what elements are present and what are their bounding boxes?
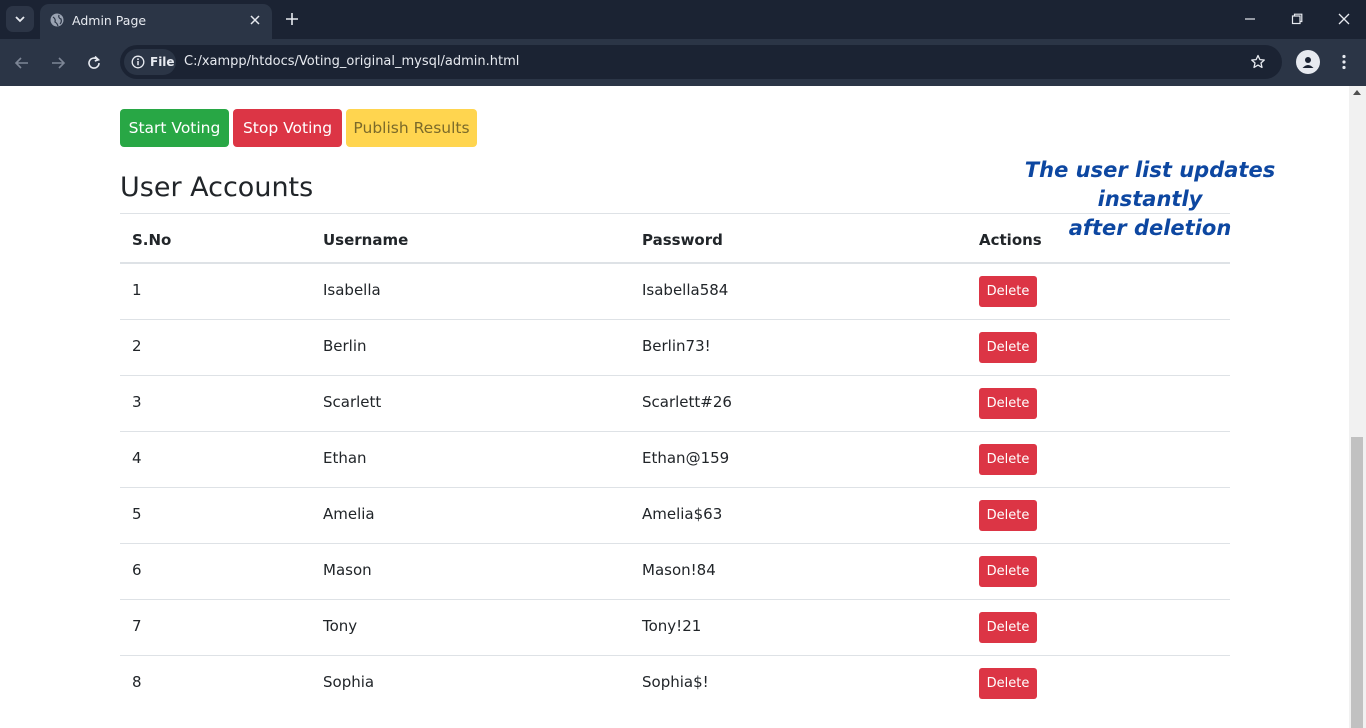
table-row: 4 Ethan Ethan@159 Delete — [120, 432, 1230, 488]
browser-toolbar: File C:/xampp/htdocs/Voting_original_mys… — [0, 39, 1366, 86]
scrollbar-thumb[interactable] — [1351, 437, 1363, 728]
cell-sno: 7 — [132, 617, 142, 635]
reload-icon[interactable] — [82, 51, 106, 75]
page-viewport: Start Voting Stop Voting Publish Results… — [0, 86, 1349, 728]
delete-button[interactable]: Delete — [979, 556, 1037, 587]
table-row: 1 Isabella Isabella584 Delete — [120, 264, 1230, 320]
cell-password: Tony!21 — [642, 617, 702, 635]
cell-username: Tony — [323, 617, 358, 635]
header-actions: Actions — [979, 231, 1042, 249]
cell-sno: 5 — [132, 505, 142, 523]
cell-sno: 2 — [132, 337, 142, 355]
globe-icon — [50, 13, 64, 27]
browser-tab-bar: Admin Page — [0, 0, 1366, 39]
profile-avatar-icon[interactable] — [1296, 50, 1320, 74]
table-row: 5 Amelia Amelia$63 Delete — [120, 488, 1230, 544]
table-row: 7 Tony Tony!21 Delete — [120, 600, 1230, 656]
url-scheme-label: File — [150, 55, 175, 69]
cell-username: Ethan — [323, 449, 367, 467]
kebab-menu-icon[interactable] — [1334, 50, 1354, 74]
bookmark-star-icon[interactable] — [1248, 52, 1268, 72]
table-row: 2 Berlin Berlin73! Delete — [120, 320, 1230, 376]
header-username: Username — [323, 231, 409, 249]
url-text[interactable]: C:/xampp/htdocs/Voting_original_mysql/ad… — [184, 54, 519, 69]
new-tab-icon[interactable] — [282, 9, 302, 29]
delete-button[interactable]: Delete — [979, 332, 1037, 363]
back-arrow-icon[interactable] — [10, 51, 34, 75]
restore-icon[interactable] — [1284, 6, 1310, 32]
cell-password: Ethan@159 — [642, 449, 730, 467]
delete-button[interactable]: Delete — [979, 668, 1037, 699]
table-row: 6 Mason Mason!84 Delete — [120, 544, 1230, 600]
delete-button[interactable]: Delete — [979, 388, 1037, 419]
cell-password: Isabella584 — [642, 281, 729, 299]
cell-sno: 6 — [132, 561, 142, 579]
vertical-scrollbar[interactable] — [1349, 86, 1366, 728]
header-sno: S.No — [132, 231, 172, 249]
cell-username: Berlin — [323, 337, 367, 355]
cell-password: Scarlett#26 — [642, 393, 732, 411]
cell-sno: 3 — [132, 393, 142, 411]
delete-button[interactable]: Delete — [979, 500, 1037, 531]
cell-sno: 1 — [132, 281, 142, 299]
cell-sno: 8 — [132, 673, 142, 691]
header-password: Password — [642, 231, 723, 249]
tab-title: Admin Page — [72, 13, 147, 28]
forward-arrow-icon[interactable] — [46, 51, 70, 75]
cell-username: Scarlett — [323, 393, 382, 411]
close-window-icon[interactable] — [1331, 6, 1357, 32]
publish-results-button[interactable]: Publish Results — [346, 109, 477, 147]
page-title: User Accounts — [120, 172, 314, 203]
cell-username: Isabella — [323, 281, 381, 299]
annotation-line-1: The user list updates instantly — [1024, 158, 1276, 211]
table-header: S.No Username Password Actions — [120, 214, 1230, 264]
info-icon — [131, 55, 145, 69]
cell-password: Amelia$63 — [642, 505, 723, 523]
cell-password: Sophia$! — [642, 673, 709, 691]
tab-search-button[interactable] — [6, 6, 34, 32]
cell-username: Sophia — [323, 673, 375, 691]
delete-button[interactable]: Delete — [979, 612, 1037, 643]
user-accounts-table: S.No Username Password Actions 1 Isabell… — [120, 213, 1230, 712]
stop-voting-button[interactable]: Stop Voting — [233, 109, 342, 147]
delete-button[interactable]: Delete — [979, 444, 1037, 475]
table-row: 3 Scarlett Scarlett#26 Delete — [120, 376, 1230, 432]
scroll-up-arrow-icon[interactable] — [1353, 90, 1361, 95]
delete-button[interactable]: Delete — [979, 276, 1037, 307]
chevron-down-icon — [15, 16, 25, 23]
cell-sno: 4 — [132, 449, 142, 467]
cell-password: Berlin73! — [642, 337, 711, 355]
cell-username: Mason — [323, 561, 372, 579]
cell-password: Mason!84 — [642, 561, 716, 579]
browser-tab[interactable]: Admin Page — [40, 4, 272, 39]
start-voting-button[interactable]: Start Voting — [120, 109, 229, 147]
table-row: 8 Sophia Sophia$! Delete — [120, 656, 1230, 712]
site-info-chip[interactable]: File — [124, 49, 176, 75]
cell-username: Amelia — [323, 505, 375, 523]
close-tab-icon[interactable] — [246, 11, 264, 29]
minimize-icon[interactable] — [1237, 6, 1263, 32]
address-bar[interactable]: File C:/xampp/htdocs/Voting_original_mys… — [120, 45, 1282, 79]
